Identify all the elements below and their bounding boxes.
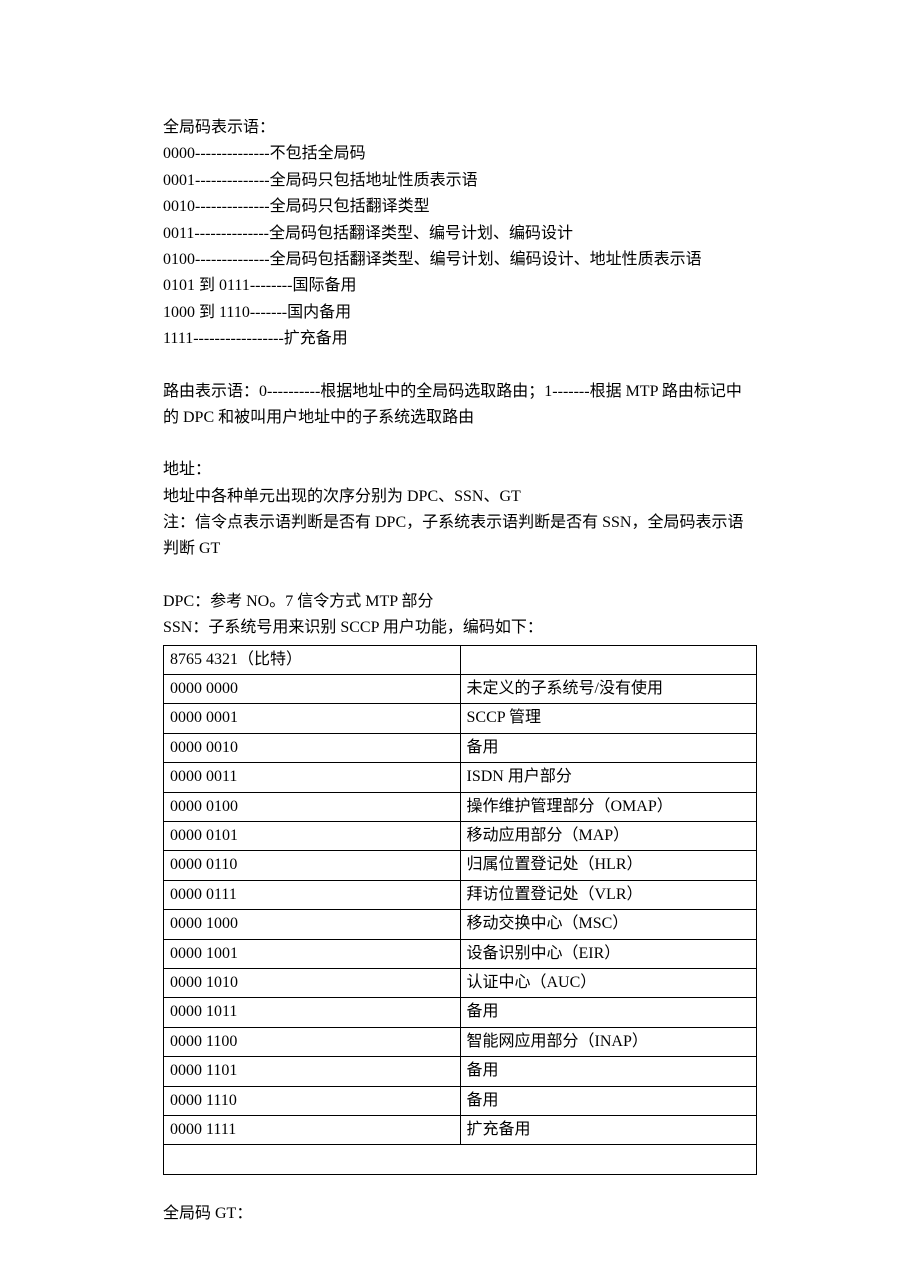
table-cell-desc: 拜访位置登记处（VLR）: [460, 880, 757, 909]
table-row-empty: [164, 1145, 757, 1174]
routing-text: 路由表示语：0----------根据地址中的全局码选取路由；1-------根…: [163, 379, 757, 432]
table-cell-code: 0000 1011: [164, 998, 461, 1027]
table-cell-code: 0000 0110: [164, 851, 461, 880]
table-row: 0000 0100操作维护管理部分（OMAP）: [164, 792, 757, 821]
table-row: 0000 1010认证中心（AUC）: [164, 968, 757, 997]
global-code-section: 全局码表示语： 0000--------------不包括全局码 0001---…: [163, 115, 757, 353]
table-cell-desc: 备用: [460, 998, 757, 1027]
table-cell-code: 0000 0101: [164, 821, 461, 850]
table-cell-desc: 备用: [460, 733, 757, 762]
table-cell-code: 8765 4321（比特）: [164, 645, 461, 674]
routing-section: 路由表示语：0----------根据地址中的全局码选取路由；1-------根…: [163, 379, 757, 432]
table-cell-desc: 备用: [460, 1057, 757, 1086]
table-row: 0000 1111扩充备用: [164, 1115, 757, 1144]
table-cell-desc: 移动交换中心（MSC）: [460, 910, 757, 939]
table-cell-desc: 智能网应用部分（INAP）: [460, 1027, 757, 1056]
address-title: 地址：: [163, 457, 757, 483]
address-line1: 地址中各种单元出现的次序分别为 DPC、SSN、GT: [163, 484, 757, 510]
gc-line-5: 0101 到 0111--------国际备用: [163, 273, 757, 299]
table-row: 0000 1001设备识别中心（EIR）: [164, 939, 757, 968]
table-row: 0000 0001SCCP 管理: [164, 704, 757, 733]
table-cell-code: 0000 1000: [164, 910, 461, 939]
table-cell-code: 0000 1110: [164, 1086, 461, 1115]
table-cell-desc: SCCP 管理: [460, 704, 757, 733]
gc-line-2: 0010--------------全局码只包括翻译类型: [163, 194, 757, 220]
address-section: 地址： 地址中各种单元出现的次序分别为 DPC、SSN、GT 注：信令点表示语判…: [163, 457, 757, 563]
table-row: 0000 1011备用: [164, 998, 757, 1027]
table-cell-code: 0000 1001: [164, 939, 461, 968]
gc-line-1: 0001--------------全局码只包括地址性质表示语: [163, 168, 757, 194]
table-cell-desc: ISDN 用户部分: [460, 763, 757, 792]
ssn-line: SSN：子系统号用来识别 SCCP 用户功能，编码如下：: [163, 615, 757, 641]
table-cell-code: 0000 0111: [164, 880, 461, 909]
table-row: 0000 1110备用: [164, 1086, 757, 1115]
table-row: 0000 0011ISDN 用户部分: [164, 763, 757, 792]
address-line2: 注：信令点表示语判断是否有 DPC，子系统表示语判断是否有 SSN，全局码表示语…: [163, 510, 757, 563]
table-cell-code: 0000 0000: [164, 675, 461, 704]
table-cell-code: 0000 0010: [164, 733, 461, 762]
table-row: 0000 0101移动应用部分（MAP）: [164, 821, 757, 850]
table-row: 0000 0000未定义的子系统号/没有使用: [164, 675, 757, 704]
ssn-table: 8765 4321（比特） 0000 0000未定义的子系统号/没有使用 000…: [163, 645, 757, 1175]
table-row: 0000 1000移动交换中心（MSC）: [164, 910, 757, 939]
table-cell-code: 0000 1100: [164, 1027, 461, 1056]
table-cell-desc: 备用: [460, 1086, 757, 1115]
gc-line-6: 1000 到 1110-------国内备用: [163, 300, 757, 326]
gc-line-3: 0011--------------全局码包括翻译类型、编号计划、编码设计: [163, 221, 757, 247]
table-cell-desc: [460, 645, 757, 674]
table-cell-desc: 扩充备用: [460, 1115, 757, 1144]
table-row: 0000 0111拜访位置登记处（VLR）: [164, 880, 757, 909]
table-row: 0000 1101备用: [164, 1057, 757, 1086]
table-cell-code: 0000 1101: [164, 1057, 461, 1086]
table-row: 0000 0010备用: [164, 733, 757, 762]
table-cell-code: 0000 1111: [164, 1115, 461, 1144]
gc-line-7: 1111-----------------扩充备用: [163, 326, 757, 352]
gc-line-0: 0000--------------不包括全局码: [163, 141, 757, 167]
table-cell-code: 0000 1010: [164, 968, 461, 997]
footer-gt: 全局码 GT：: [163, 1201, 757, 1227]
table-cell-desc: 未定义的子系统号/没有使用: [460, 675, 757, 704]
table-cell-code: 0000 0100: [164, 792, 461, 821]
table-row: 0000 0110归属位置登记处（HLR）: [164, 851, 757, 880]
table-cell-desc: 移动应用部分（MAP）: [460, 821, 757, 850]
table-row: 8765 4321（比特）: [164, 645, 757, 674]
table-cell-desc: 归属位置登记处（HLR）: [460, 851, 757, 880]
dpc-line: DPC：参考 NO。7 信令方式 MTP 部分: [163, 589, 757, 615]
dpc-ssn-section: DPC：参考 NO。7 信令方式 MTP 部分 SSN：子系统号用来识别 SCC…: [163, 589, 757, 642]
table-row: 0000 1100智能网应用部分（INAP）: [164, 1027, 757, 1056]
table-cell-desc: 操作维护管理部分（OMAP）: [460, 792, 757, 821]
table-cell-desc: 认证中心（AUC）: [460, 968, 757, 997]
table-cell-code: 0000 0001: [164, 704, 461, 733]
global-code-title: 全局码表示语：: [163, 115, 757, 141]
table-cell-empty: [164, 1145, 757, 1174]
table-cell-code: 0000 0011: [164, 763, 461, 792]
table-cell-desc: 设备识别中心（EIR）: [460, 939, 757, 968]
gc-line-4: 0100--------------全局码包括翻译类型、编号计划、编码设计、地址…: [163, 247, 757, 273]
